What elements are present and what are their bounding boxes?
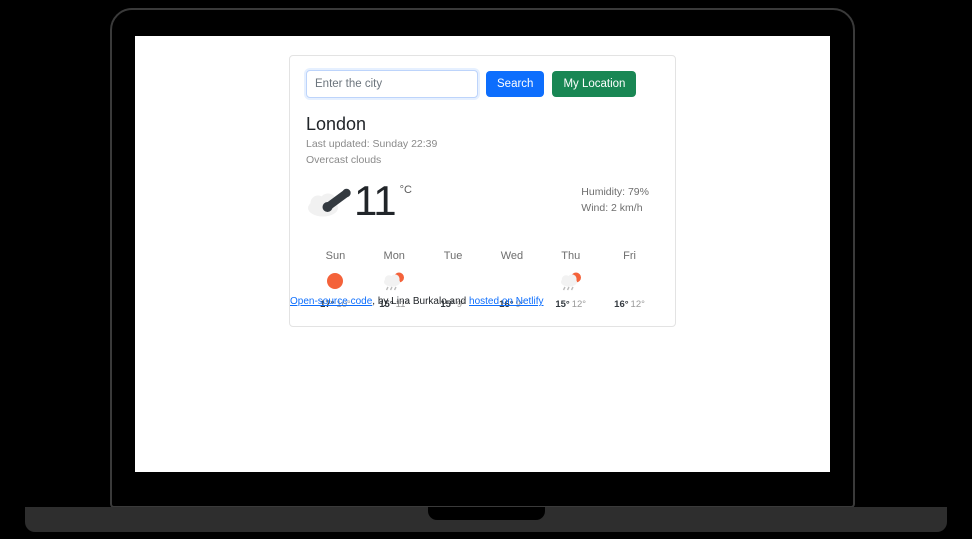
hosted-on-netlify-link[interactable]: hosted on Netlify: [469, 296, 544, 307]
forecast-day-label: Fri: [623, 249, 636, 262]
forecast-max: 16°: [614, 299, 629, 311]
forecast-day-label: Tue: [443, 249, 463, 262]
footer-middle-text: , by Lina Burkalo and: [372, 296, 470, 307]
last-updated: Last updated: Sunday 22:39: [306, 137, 438, 150]
city-name: London: [306, 114, 367, 134]
clear-sun-icon: [327, 273, 344, 290]
search-row: Search My Location: [306, 70, 659, 98]
forecast-temps: 15° 12°: [555, 299, 586, 310]
temperature-block: 11 °C: [306, 176, 412, 224]
forecast-min: 12°: [630, 299, 645, 311]
forecast-day-label: Wed: [500, 249, 524, 262]
search-button[interactable]: Search: [486, 71, 545, 97]
temperature-unit: °C: [399, 183, 412, 196]
forecast-day-label: Mon: [383, 249, 405, 262]
city-block: London Last updated: Sunday 22:39 Overca…: [306, 113, 659, 168]
current-conditions: 11 °C Humidity: 79% Wind: 2 km/h: [306, 176, 659, 224]
forecast-max: 15°: [555, 299, 570, 311]
my-location-button[interactable]: My Location: [552, 71, 637, 97]
forecast-min: 12°: [571, 299, 587, 311]
weather-description: Overcast clouds: [306, 153, 382, 166]
forecast-day-thu: Thu 15° 12°: [541, 250, 600, 310]
forecast-day-fri: Fri 16° 12°: [600, 250, 659, 310]
current-temperature: 11: [354, 176, 397, 224]
weather-app: Search My Location London Last updated: …: [135, 36, 830, 472]
missing-icon: [440, 271, 466, 293]
laptop-mockup: Search My Location London Last updated: …: [0, 0, 972, 539]
footer-credits: Open-source code, by Lina Burkalo and ho…: [290, 296, 544, 307]
search-input[interactable]: [306, 70, 478, 98]
forecast-temps: 16° 12°: [614, 299, 645, 310]
weather-card: Search My Location London Last updated: …: [289, 55, 676, 328]
laptop-screen: Search My Location London Last updated: …: [135, 36, 830, 472]
humidity-value: Humidity: 79%: [581, 185, 649, 198]
wind-value: Wind: 2 km/h: [581, 201, 643, 214]
overcast-clouds-icon: [308, 188, 351, 217]
missing-icon: [617, 271, 643, 293]
open-source-code-link[interactable]: Open-source code: [290, 296, 372, 307]
sun-rain-icon: [560, 272, 581, 291]
missing-icon: [499, 271, 525, 293]
weather-stats: Humidity: 79% Wind: 2 km/h: [581, 180, 649, 217]
sun-rain-icon: [384, 272, 405, 291]
laptop-base-notch: [428, 507, 545, 520]
forecast-day-label: Thu: [561, 249, 581, 262]
forecast-day-label: Sun: [325, 249, 346, 262]
